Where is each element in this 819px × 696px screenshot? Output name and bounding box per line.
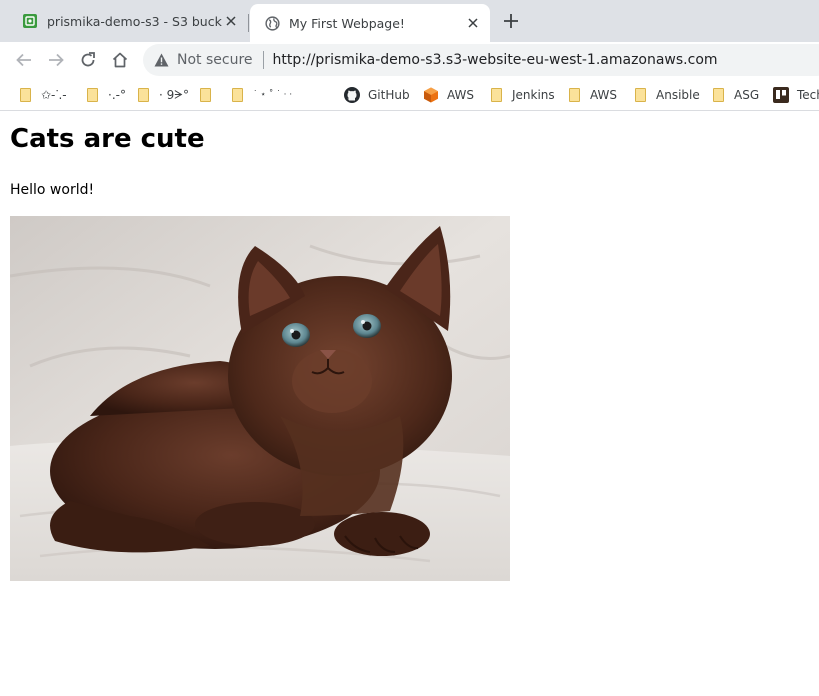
bookmark-folder[interactable]: ˙ ⋆ ˚ ˙ · ·	[229, 85, 292, 105]
bookmark-aws[interactable]: AWS	[423, 85, 474, 105]
folder-icon	[566, 87, 582, 103]
security-status-label[interactable]: Not secure	[177, 52, 253, 68]
divider	[262, 51, 264, 69]
bookmark-folder[interactable]: ✩-ᐝ.-	[17, 85, 67, 105]
browser-toolbar: Not secure http://prismika-demo-s3.s3-we…	[0, 42, 819, 78]
aws-icon	[423, 87, 439, 103]
tab-divider	[248, 14, 249, 32]
arrow-right-icon	[49, 53, 64, 67]
arrow-left-icon	[16, 53, 31, 67]
bookmark-folder-asg[interactable]: ASG	[710, 85, 759, 105]
reload-button[interactable]	[76, 48, 100, 72]
folder-icon	[488, 87, 504, 103]
url-text[interactable]: http://prismika-demo-s3.s3-website-eu-we…	[273, 52, 718, 68]
bookmark-label: ASG	[734, 88, 760, 102]
bookmarks-bar: ✩-ᐝ.- ·.-° · 9ᗒ° ˙ ⋆ ˚ ˙ · · GitHub AWS …	[0, 78, 819, 111]
web-page-content: Cats are cute Hello world!	[0, 112, 819, 696]
forward-button[interactable]	[44, 48, 68, 72]
bookmark-folder[interactable]: ·.-°	[84, 85, 126, 105]
github-icon	[344, 87, 360, 103]
bookmark-folder-aws[interactable]: AWS	[566, 85, 617, 105]
folder-icon	[229, 87, 245, 103]
home-icon	[112, 52, 128, 68]
folder-icon	[710, 87, 726, 103]
cat-image	[10, 216, 510, 581]
folder-icon	[135, 87, 151, 103]
warning-icon[interactable]	[153, 52, 169, 68]
tab-title: prismika-demo-s3 - S3 bucket |	[47, 13, 222, 29]
globe-icon	[264, 15, 280, 31]
folder-icon	[197, 87, 213, 103]
back-button[interactable]	[12, 48, 36, 72]
close-icon[interactable]	[464, 14, 482, 32]
bookmark-label: Jenkins	[512, 88, 555, 102]
folder-icon	[84, 87, 100, 103]
close-icon[interactable]	[222, 12, 240, 30]
tab-my-first-webpage[interactable]: My First Webpage!	[250, 4, 490, 42]
bookmark-github[interactable]: GitHub	[344, 85, 410, 105]
bookmark-folder-ansible[interactable]: Ansible	[632, 85, 700, 105]
reload-icon	[81, 52, 95, 67]
address-bar[interactable]: Not secure http://prismika-demo-s3.s3-we…	[143, 44, 819, 76]
bookmark-label: GitHub	[368, 88, 410, 102]
plus-icon	[504, 14, 518, 28]
bookmark-label: AWS	[590, 88, 618, 102]
folder-icon	[632, 87, 648, 103]
bookmark-folder[interactable]: · 9ᗒ°	[135, 85, 189, 105]
bookmark-label: ˙ ⋆ ˚ ˙ · ·	[253, 90, 293, 100]
aws-s3-favicon	[22, 13, 38, 29]
page-paragraph: Hello world!	[10, 182, 95, 198]
bookmark-tech[interactable]: Tech	[773, 85, 819, 105]
trello-icon	[773, 87, 789, 103]
tab-title: My First Webpage!	[289, 15, 405, 31]
bookmark-label: ✩-ᐝ.-	[41, 88, 67, 102]
folder-icon	[17, 87, 33, 103]
home-button[interactable]	[108, 48, 132, 72]
bookmark-folder[interactable]	[197, 85, 221, 105]
bookmark-label: Tech	[797, 88, 819, 102]
new-tab-button[interactable]	[500, 10, 522, 32]
bookmark-label: AWS	[447, 88, 475, 102]
bookmark-label: Ansible	[656, 88, 700, 102]
bookmark-folder-jenkins[interactable]: Jenkins	[488, 85, 555, 105]
bookmark-label: ·.-°	[108, 88, 126, 102]
bookmark-label: · 9ᗒ°	[159, 87, 189, 102]
tab-strip: prismika-demo-s3 - S3 bucket | My First …	[0, 0, 819, 42]
tab-s3-bucket[interactable]: prismika-demo-s3 - S3 bucket |	[8, 4, 248, 38]
page-heading: Cats are cute	[10, 124, 205, 154]
